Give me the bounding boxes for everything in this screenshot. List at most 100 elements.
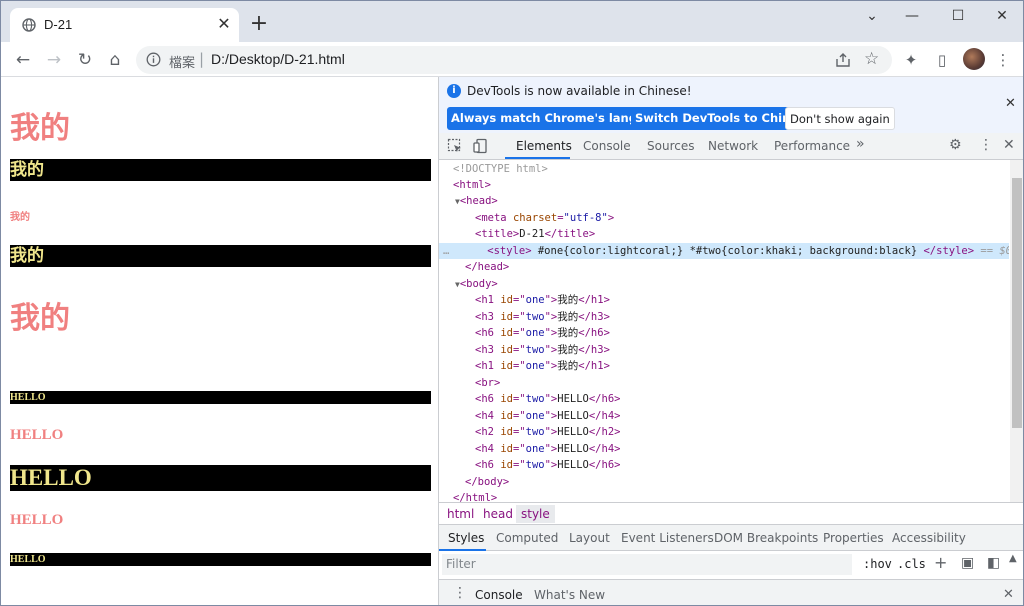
bookmark-star-icon[interactable]: ☆ (864, 49, 879, 69)
close-devtools-icon[interactable]: ✕ (1003, 137, 1015, 153)
sidebar-toggle-icon[interactable]: ◧ (987, 555, 1000, 571)
scroll-arrow-icon[interactable]: ▲ (1009, 553, 1017, 564)
dom-child-7[interactable]: <h2 id="two">HELLO</h2> (475, 424, 621, 440)
banner-message: DevTools is now available in Chinese! (467, 84, 692, 98)
dom-child-4[interactable]: <h1 id="one">我的</h1> (475, 358, 610, 374)
dom-child-2[interactable]: <h6 id="one">我的</h6> (475, 325, 610, 341)
br-node[interactable]: <br> (475, 375, 500, 391)
dom-child-8[interactable]: <h4 id="one">HELLO</h4> (475, 441, 621, 457)
title-node[interactable]: <title>D-21</title> (475, 226, 595, 242)
info-icon[interactable] (146, 52, 161, 67)
subtab-styles[interactable]: Styles (448, 531, 484, 545)
color-format-icon[interactable]: ▣ (961, 555, 974, 571)
h3-two-2: 我的 (10, 245, 431, 267)
style-text: #one{color:lightcoral;} *#two{color:khak… (537, 245, 918, 257)
close-drawer-icon[interactable]: ✕ (1003, 587, 1014, 602)
h1-one-2: 我的 (10, 302, 70, 335)
tab-network[interactable]: Network (708, 139, 758, 153)
body-close-node[interactable]: </body> (465, 474, 509, 490)
elements-tree: <!DOCTYPE html> <html> ▼<head> <meta cha… (439, 160, 1009, 502)
html-close-node[interactable]: </html> (453, 490, 497, 502)
console-drawer: ⋮ Console What's New ✕ (439, 579, 1023, 605)
tab-d21[interactable]: D-21 ✕ (10, 8, 239, 42)
html-open-node[interactable]: <html> (453, 177, 491, 193)
share-icon[interactable] (834, 51, 852, 69)
dom-child-1[interactable]: <h3 id="two">我的</h3> (475, 309, 610, 325)
style-node[interactable]: … <style> #one{color:lightcoral;} *#two{… (443, 243, 1009, 259)
head-close-node[interactable]: </head> (465, 259, 509, 275)
side-panel-icon[interactable]: ▯ (932, 50, 952, 70)
head-node[interactable]: ▼<head> (455, 193, 498, 209)
meta-attr-value: "utf-8" (563, 212, 608, 224)
device-toolbar-icon[interactable] (473, 138, 489, 154)
drawer-tab-console[interactable]: Console (475, 588, 523, 602)
h4-one: HELLO (10, 427, 64, 443)
styles-filter-bar: Filter :hov .cls + ▣ ◧ ▲ (439, 551, 1023, 579)
subtab-layout[interactable]: Layout (569, 531, 610, 545)
minimize-button[interactable]: — (897, 6, 927, 26)
filter-input[interactable]: Filter (442, 554, 852, 575)
dom-child-5[interactable]: <h6 id="two">HELLO</h6> (475, 391, 621, 407)
subtab-event-listeners[interactable]: Event Listeners (621, 531, 714, 545)
address-separator: | (199, 50, 205, 68)
back-arrow-icon[interactable]: ← (13, 50, 33, 70)
row-dots-icon[interactable]: … (443, 245, 449, 257)
drawer-menu-icon[interactable]: ⋮ (453, 585, 467, 601)
title-text: D-21 (519, 228, 545, 240)
inspect-element-icon[interactable] (447, 138, 463, 154)
menu-kebab-icon[interactable]: ⋮ (993, 50, 1013, 70)
profile-avatar[interactable] (963, 48, 985, 70)
extensions-puzzle-icon[interactable]: ✦ (901, 50, 921, 70)
scrollbar-thumb[interactable] (1012, 178, 1022, 428)
elements-scrollbar[interactable] (1010, 160, 1023, 502)
reload-icon[interactable]: ↻ (75, 50, 95, 70)
breadcrumb-html[interactable]: html (447, 507, 474, 521)
tab-performance[interactable]: Performance (774, 139, 850, 153)
dom-child-9[interactable]: <h6 id="two">HELLO</h6> (475, 457, 621, 473)
more-tabs-icon[interactable]: » (856, 136, 865, 152)
h3-two: 我的 (10, 159, 431, 181)
globe-icon (22, 18, 36, 32)
body-open-tag: <body> (459, 278, 498, 290)
body-node[interactable]: ▼<body> (455, 276, 498, 292)
head-open-tag: <head> (459, 195, 498, 207)
tab-elements[interactable]: Elements (516, 139, 572, 153)
meta-attr-name: charset (512, 212, 558, 224)
subtab-accessibility[interactable]: Accessibility (892, 531, 966, 545)
settings-gear-icon[interactable]: ⚙ (949, 137, 962, 153)
new-tab-button[interactable]: + (249, 13, 269, 35)
close-tab-icon[interactable]: ✕ (216, 16, 232, 32)
home-icon[interactable]: ⌂ (105, 50, 125, 70)
browser-window: D-21 ✕ + ⌄ — ☐ ✕ ← → ↻ ⌂ 檔案 | D:/Desktop… (0, 0, 1024, 606)
address-bar[interactable]: 檔案 | D:/Desktop/D-21.html ☆ (136, 46, 892, 74)
close-banner-icon[interactable]: ✕ (1005, 96, 1016, 111)
dom-child-6[interactable]: <h4 id="one">HELLO</h4> (475, 408, 621, 424)
breadcrumb-head[interactable]: head (483, 507, 513, 521)
forward-arrow-icon[interactable]: → (44, 50, 64, 70)
meta-tag-name: meta (481, 212, 507, 224)
breadcrumb-style[interactable]: style (516, 505, 555, 523)
url-text[interactable]: D:/Desktop/D-21.html (211, 51, 345, 67)
tab-sources[interactable]: Sources (647, 139, 694, 153)
tab-strip: D-21 ✕ + ⌄ — ☐ ✕ (1, 1, 1023, 42)
language-banner: i DevTools is now available in Chinese! … (439, 77, 1023, 133)
more-options-icon[interactable]: ⋮ (979, 137, 993, 153)
toolbar: ← → ↻ ⌂ 檔案 | D:/Desktop/D-21.html ☆ ✦ ▯ … (1, 42, 1023, 77)
new-rule-icon[interactable]: + (934, 553, 947, 572)
cls-toggle[interactable]: .cls (897, 557, 926, 571)
dont-show-again-button[interactable]: Don't show again (785, 107, 895, 130)
subtab-computed[interactable]: Computed (496, 531, 558, 545)
tab-search-icon[interactable]: ⌄ (857, 6, 887, 26)
subtab-dom-breakpoints[interactable]: DOM Breakpoints (714, 531, 818, 545)
maximize-button[interactable]: ☐ (943, 6, 973, 26)
tab-console[interactable]: Console (583, 139, 631, 153)
close-window-button[interactable]: ✕ (987, 6, 1017, 26)
meta-node[interactable]: <meta charset="utf-8"> (475, 210, 614, 226)
dom-child-0[interactable]: <h1 id="one">我的</h1> (475, 292, 610, 308)
doctype-node[interactable]: <!DOCTYPE html> (453, 161, 548, 177)
dom-child-3[interactable]: <h3 id="two">我的</h3> (475, 342, 610, 358)
subtab-properties[interactable]: Properties (823, 531, 884, 545)
styles-subtabs: Styles Computed Layout Event Listeners D… (439, 524, 1023, 551)
drawer-tab-whats-new[interactable]: What's New (534, 588, 605, 602)
hov-toggle[interactable]: :hov (863, 557, 892, 571)
